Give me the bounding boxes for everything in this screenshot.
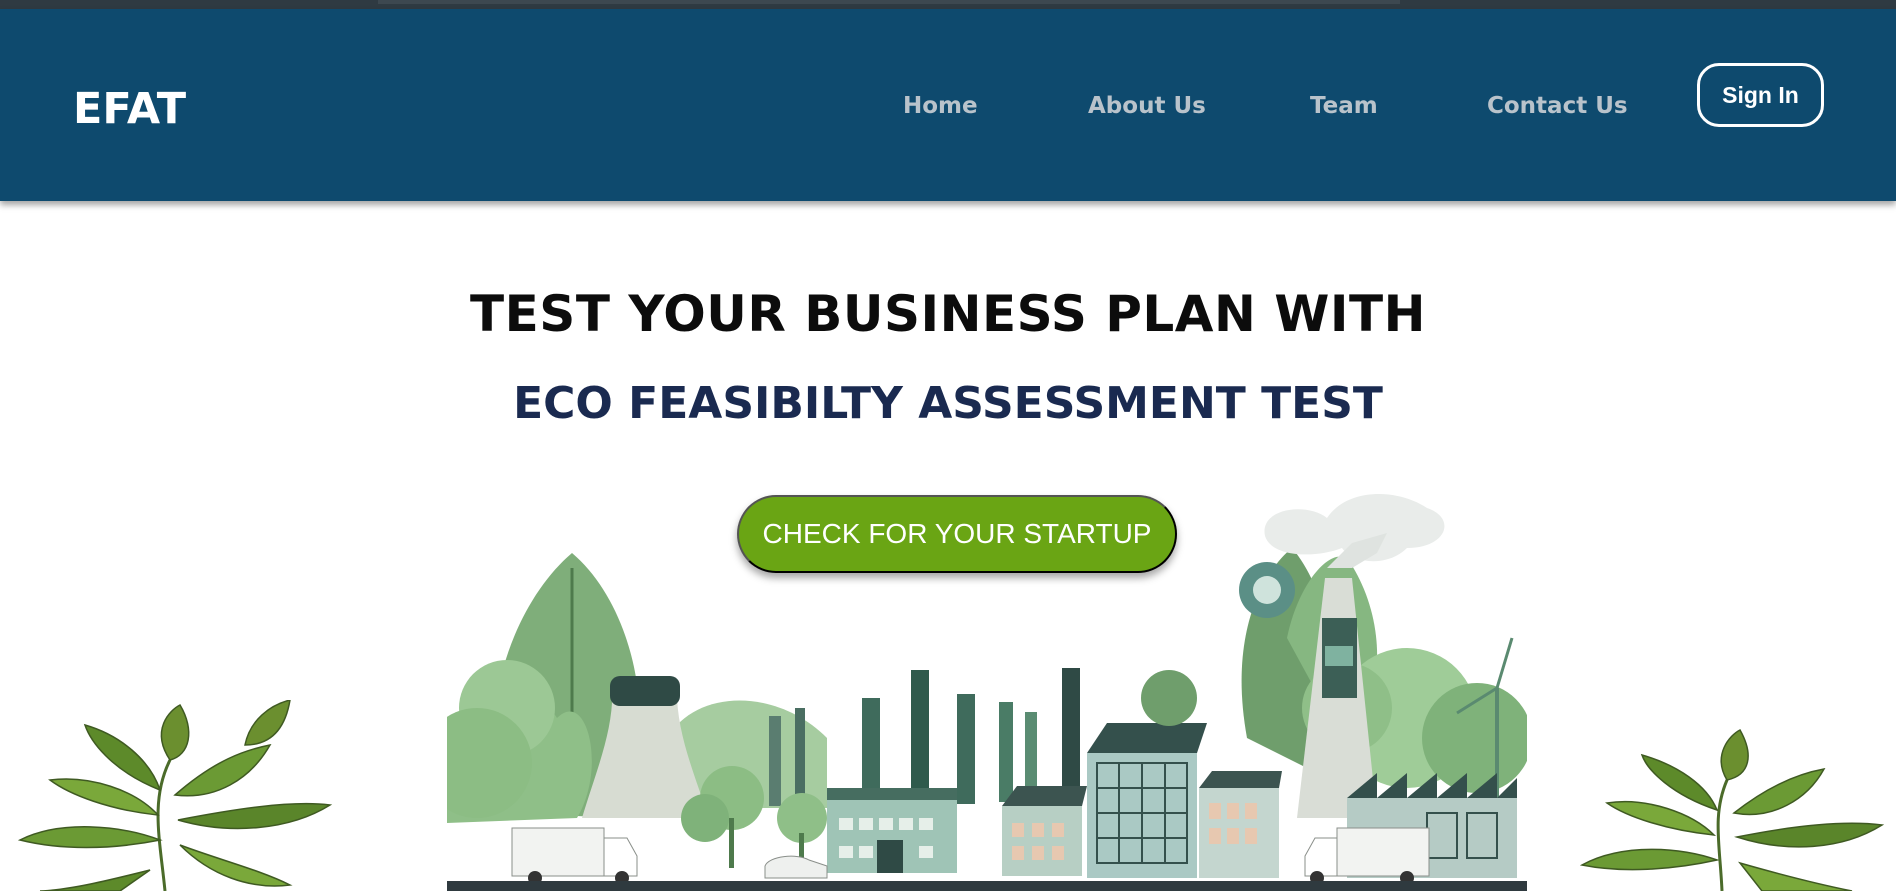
nav-link-about-us[interactable]: About Us: [1088, 93, 1206, 119]
nav-link-team[interactable]: Team: [1310, 93, 1378, 119]
hero-subtitle: ECO FEASIBILTY ASSESSMENT TEST: [513, 378, 1383, 429]
eco-badge: [1239, 562, 1295, 618]
trucks: [511, 827, 1430, 885]
plant-right-image: [1579, 729, 1885, 891]
sign-in-button[interactable]: Sign In: [1697, 63, 1824, 127]
browser-top-strip: [0, 0, 1896, 9]
navbar: EFAT Home About Us Team Contact Us Sign …: [0, 9, 1896, 201]
check-startup-button[interactable]: CHECK FOR YOUR STARTUP: [737, 495, 1177, 573]
road: [447, 881, 1527, 891]
hero-title: TEST YOUR BUSINESS PLAN WITH: [470, 285, 1426, 343]
nav-link-home[interactable]: Home: [903, 93, 978, 119]
site-logo[interactable]: EFAT: [73, 84, 186, 134]
top-strip-highlight: [378, 0, 1400, 4]
nav-link-contact-us[interactable]: Contact Us: [1487, 93, 1628, 119]
plant-left-image: [17, 700, 333, 891]
